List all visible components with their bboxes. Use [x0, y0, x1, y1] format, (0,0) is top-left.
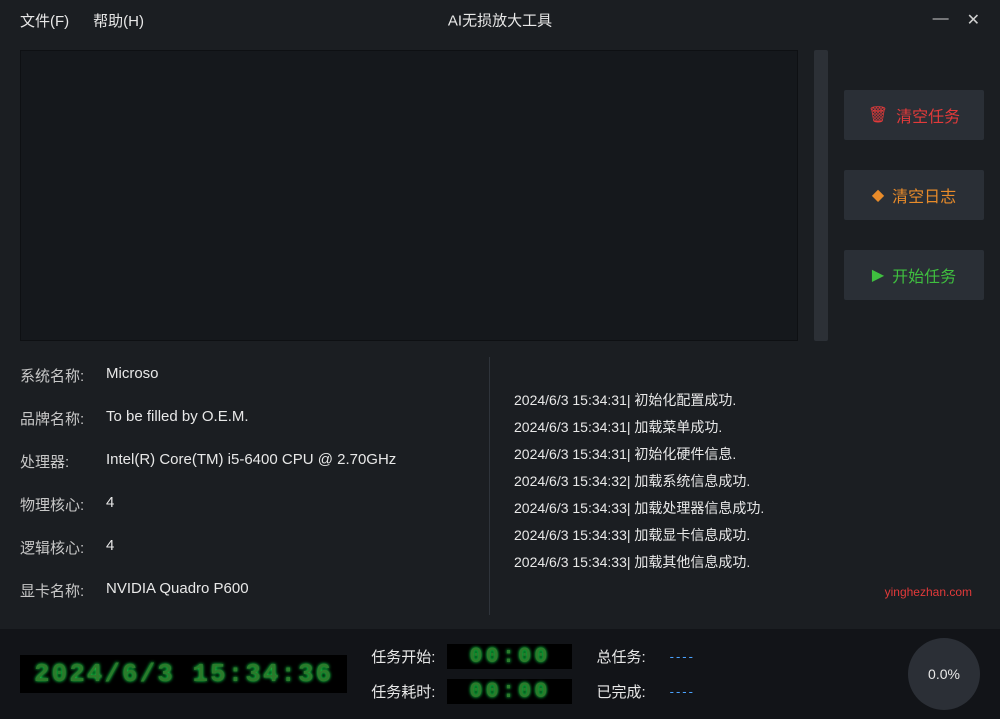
trash-icon: 🗑: [868, 105, 888, 125]
clear-task-button[interactable]: 🗑 清空任务: [844, 90, 984, 140]
progress-circle: 0.0%: [908, 638, 980, 710]
task-counts: 总任务: ---- 已完成: ----: [596, 646, 695, 702]
sysinfo-brand-value: To be filled by O.E.M.: [106, 408, 249, 429]
task-start-label: 任务开始:: [371, 646, 435, 667]
done-tasks-label: 已完成:: [596, 681, 645, 702]
sysinfo-gpu-value: NVIDIA Quadro P600: [106, 580, 249, 601]
sysinfo-os-value: Microso: [106, 365, 159, 386]
task-start-value: 00:00: [447, 644, 572, 669]
erase-icon: ◆: [872, 185, 884, 205]
sysinfo-physcores-value: 4: [106, 494, 114, 515]
start-task-label: 开始任务: [892, 263, 956, 287]
window-title: AI无损放大工具: [448, 10, 552, 31]
sysinfo-gpu-label: 显卡名称:: [20, 580, 106, 601]
sysinfo-physcores-label: 物理核心:: [20, 494, 106, 515]
sysinfo-cpu-value: Intel(R) Core(TM) i5-6400 CPU @ 2.70GHz: [106, 451, 396, 472]
clock: 2024/6/3 15:34:36: [20, 655, 347, 693]
sysinfo-brand-label: 品牌名称:: [20, 408, 106, 429]
log-line: 2024/6/3 15:34:33| 加载显卡信息成功.: [514, 522, 980, 549]
progress-value: 0.0%: [928, 666, 960, 682]
watermark: yinghezhan.com: [885, 579, 972, 606]
start-task-button[interactable]: ▶ 开始任务: [844, 250, 984, 300]
log-line: 2024/6/3 15:34:33| 加载处理器信息成功.: [514, 495, 980, 522]
task-times: 任务开始: 00:00 任务耗时: 00:00: [371, 644, 572, 704]
preview-panel[interactable]: [20, 50, 798, 341]
clear-log-button[interactable]: ◆ 清空日志: [844, 170, 984, 220]
total-tasks-label: 总任务:: [596, 646, 645, 667]
sysinfo-cpu-label: 处理器:: [20, 451, 106, 472]
log-line: 2024/6/3 15:34:32| 加载系统信息成功.: [514, 468, 980, 495]
system-info-panel: 系统名称: Microso 品牌名称: To be filled by O.E.…: [20, 357, 490, 615]
sysinfo-row-cpu: 处理器: Intel(R) Core(TM) i5-6400 CPU @ 2.7…: [20, 451, 489, 472]
menu-help[interactable]: 帮助(H): [81, 4, 156, 37]
log-line: 2024/6/3 15:34:31| 初始化配置成功.: [514, 387, 980, 414]
side-button-panel: 🗑 清空任务 ◆ 清空日志 ▶ 开始任务: [844, 50, 984, 341]
log-panel: 2024/6/3 15:34:31| 初始化配置成功. 2024/6/3 15:…: [514, 357, 980, 615]
sysinfo-row-logical-cores: 逻辑核心: 4: [20, 537, 489, 558]
status-bar: 2024/6/3 15:34:36 任务开始: 00:00 任务耗时: 00:0…: [0, 629, 1000, 719]
task-elapsed-value: 00:00: [447, 679, 572, 704]
sysinfo-row-os: 系统名称: Microso: [20, 365, 489, 386]
sysinfo-row-physical-cores: 物理核心: 4: [20, 494, 489, 515]
total-tasks-value: ----: [670, 649, 695, 664]
menu-file[interactable]: 文件(F): [8, 4, 81, 37]
clear-log-label: 清空日志: [892, 183, 956, 207]
sysinfo-logcores-value: 4: [106, 537, 114, 558]
log-line: 2024/6/3 15:34:33| 加载其他信息成功.: [514, 549, 980, 576]
sysinfo-row-gpu: 显卡名称: NVIDIA Quadro P600: [20, 580, 489, 601]
close-button[interactable]: ✕: [967, 10, 980, 30]
preview-scrollbar[interactable]: [814, 50, 828, 341]
sysinfo-row-brand: 品牌名称: To be filled by O.E.M.: [20, 408, 489, 429]
sysinfo-os-label: 系统名称:: [20, 365, 106, 386]
sysinfo-logcores-label: 逻辑核心:: [20, 537, 106, 558]
title-bar: 文件(F) 帮助(H) AI无损放大工具 ― ✕: [0, 0, 1000, 40]
log-line: 2024/6/3 15:34:31| 初始化硬件信息.: [514, 441, 980, 468]
clear-task-label: 清空任务: [896, 103, 960, 127]
log-line: 2024/6/3 15:34:31| 加载菜单成功.: [514, 414, 980, 441]
done-tasks-value: ----: [670, 684, 695, 699]
play-icon: ▶: [872, 265, 884, 285]
task-elapsed-label: 任务耗时:: [371, 681, 435, 702]
minimize-button[interactable]: ―: [933, 10, 949, 30]
